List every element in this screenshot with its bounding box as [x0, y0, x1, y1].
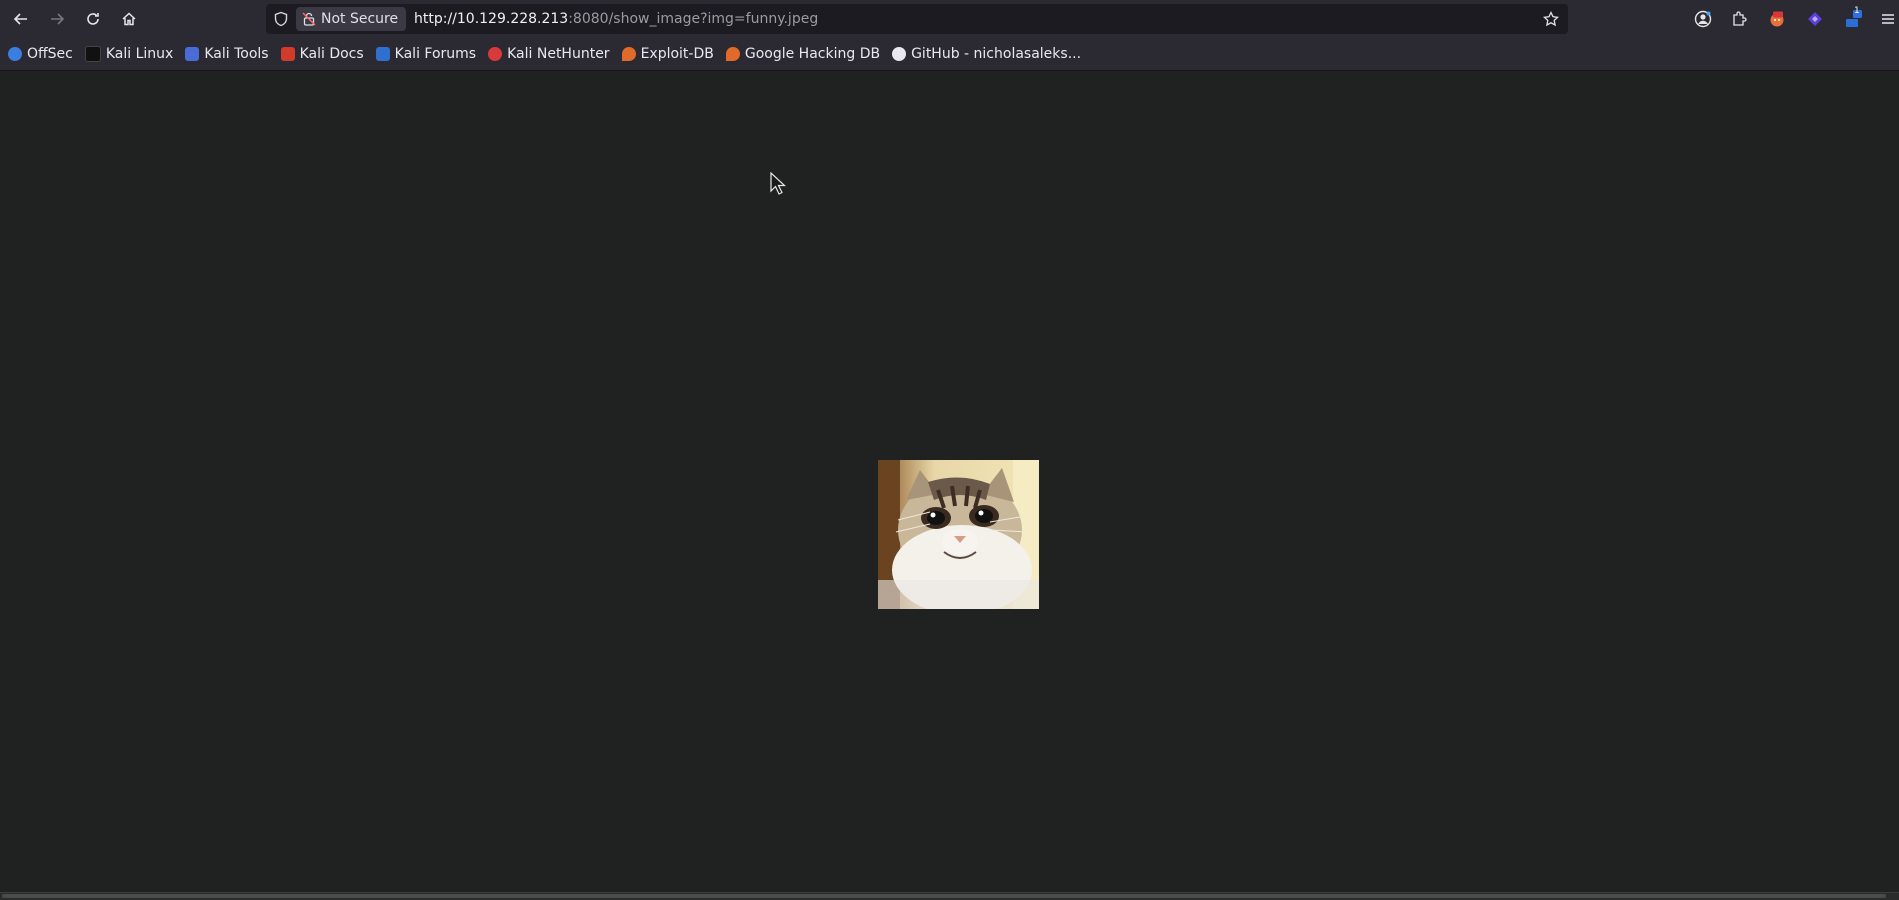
cat-photo	[878, 460, 1039, 609]
kali-docs-icon	[280, 47, 295, 61]
reload-icon	[87, 13, 99, 25]
bookmark-kali-forums[interactable]: Kali Forums	[375, 46, 477, 62]
extensions-button[interactable]	[1726, 6, 1752, 32]
bookmark-label: Kali Docs	[299, 46, 364, 62]
wappalyzer-extension-button[interactable]	[1802, 6, 1828, 32]
extension-with-badge-button[interactable]: 1	[1840, 6, 1866, 32]
bookmark-exploit-db[interactable]: Exploit-DB	[621, 46, 714, 62]
horizontal-scrollbar[interactable]	[0, 892, 1899, 900]
mouse-cursor-icon	[770, 172, 786, 195]
bookmark-label: Kali Tools	[204, 46, 269, 62]
diamond-extension-icon	[1808, 12, 1822, 26]
app-menu-button[interactable]	[1878, 6, 1898, 32]
not-secure-label: Not Secure	[321, 11, 399, 27]
bookmark-label: Google Hacking DB	[744, 46, 881, 62]
monitor-extension-icon	[1846, 10, 1862, 27]
bookmark-label: Kali Linux	[105, 46, 174, 62]
url-host: http://10.129.228.213	[414, 11, 569, 27]
not-secure-indicator[interactable]: Not Secure	[296, 7, 407, 31]
fox-extension-icon	[1770, 11, 1784, 27]
forward-button[interactable]	[44, 6, 70, 32]
exploitdb-icon	[621, 47, 636, 61]
account-button[interactable]	[1690, 6, 1716, 32]
hamburger-menu-icon	[1882, 14, 1894, 24]
bookmark-kali-docs[interactable]: Kali Docs	[280, 46, 364, 62]
bookmark-kali-tools[interactable]: Kali Tools	[185, 46, 269, 62]
url-path: :8080/show_image?img=funny.jpeg	[568, 11, 819, 27]
bookmark-offsec[interactable]: OffSec	[8, 46, 73, 62]
bookmark-label: Kali NetHunter	[507, 46, 610, 62]
home-icon	[122, 12, 136, 26]
extension-badge-count: 1	[1854, 6, 1860, 16]
arrow-left-icon	[13, 13, 27, 25]
funny-cat-image	[878, 460, 1039, 609]
github-icon	[892, 47, 907, 61]
bookmarks-toolbar: OffSec Kali Linux Kali Tools Kali Docs K…	[0, 40, 1899, 68]
back-button[interactable]	[8, 6, 34, 32]
ghdb-icon	[725, 47, 740, 61]
url-text[interactable]: http://10.129.228.213:8080/show_image?im…	[414, 4, 818, 34]
nethunter-icon	[488, 47, 503, 61]
bookmark-label: OffSec	[27, 46, 73, 62]
shield-icon	[274, 11, 288, 27]
tracking-protection-button[interactable]	[272, 10, 290, 28]
kali-forums-icon	[375, 47, 390, 61]
puzzle-icon	[1733, 11, 1747, 26]
kali-dragon-icon	[84, 46, 101, 62]
bookmark-label: GitHub - nicholasaleks...	[911, 46, 1082, 62]
url-bar[interactable]: Not Secure http://10.129.228.213:8080/sh…	[266, 4, 1568, 34]
bookmark-label: Exploit-DB	[640, 46, 714, 62]
bookmark-github[interactable]: GitHub - nicholasaleks...	[892, 46, 1081, 62]
bookmark-kali-nethunter[interactable]: Kali NetHunter	[488, 46, 610, 62]
offsec-icon	[8, 47, 22, 61]
foxyproxy-extension-button[interactable]	[1764, 6, 1790, 32]
star-icon	[1543, 11, 1559, 27]
kali-tools-icon	[185, 47, 200, 61]
home-button[interactable]	[116, 6, 142, 32]
browser-toolbar: Not Secure http://10.129.228.213:8080/sh…	[0, 0, 1899, 38]
bookmark-label: Kali Forums	[394, 46, 477, 62]
reload-button[interactable]	[80, 6, 106, 32]
arrow-right-icon	[51, 13, 65, 25]
scrollbar-thumb[interactable]	[2, 894, 1886, 898]
broken-lock-icon	[302, 12, 316, 26]
account-icon	[1694, 10, 1712, 28]
browser-chrome: Not Secure http://10.129.228.213:8080/sh…	[0, 0, 1899, 71]
bookmark-google-hacking-db[interactable]: Google Hacking DB	[725, 46, 881, 62]
bookmark-star-button[interactable]	[1542, 10, 1560, 28]
bookmark-kali-linux[interactable]: Kali Linux	[84, 46, 174, 62]
